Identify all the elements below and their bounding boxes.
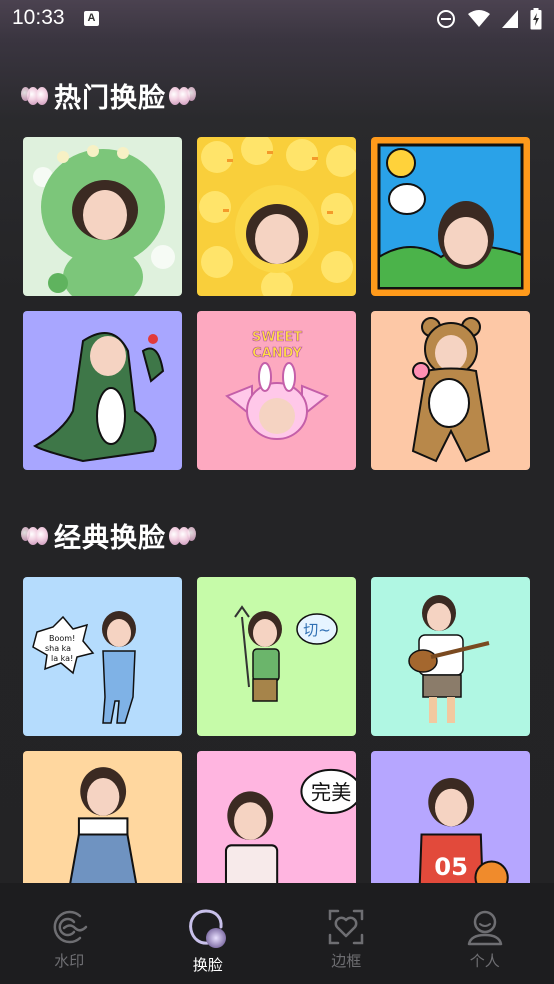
decor-bubbles-icon xyxy=(21,86,48,105)
template-card-ukulele[interactable] xyxy=(371,577,530,736)
nav-face-swap[interactable]: 换脸 xyxy=(139,883,278,984)
status-icons xyxy=(436,7,542,31)
qie-label: 切~ xyxy=(303,621,331,639)
battery-icon xyxy=(530,8,542,30)
section-title-classic: 经典换脸 xyxy=(21,516,196,555)
watermark-icon xyxy=(53,910,88,944)
face-swap-home-screen: 10:33 A 热门换脸 SWEET CANDY 经典换脸 Boom! sha … xyxy=(0,0,554,984)
nav-label: 水印 xyxy=(54,952,85,970)
nav-profile[interactable]: 个人 xyxy=(416,883,554,984)
nav-frame[interactable]: 边框 xyxy=(277,883,416,984)
person-icon xyxy=(467,910,502,946)
template-card-sweet-candy[interactable]: SWEET CANDY xyxy=(197,311,356,470)
candy-label: CANDY xyxy=(252,346,302,361)
status-time: 10:33 xyxy=(12,6,65,29)
section-title-text: 热门换脸 xyxy=(54,83,166,114)
decor-bubbles-icon xyxy=(169,526,196,545)
section-title-text: 经典换脸 xyxy=(54,523,166,554)
status-bar: 10:33 A xyxy=(0,0,554,38)
template-card-yellow-ducks[interactable] xyxy=(197,137,356,296)
boom-label: Boom! xyxy=(49,634,75,643)
template-card-boom-overalls[interactable]: Boom! sha ka la ka! xyxy=(23,577,182,736)
nav-label: 个人 xyxy=(469,952,500,970)
shaka-label: sha ka xyxy=(45,644,71,653)
jersey-number: 05 xyxy=(434,852,468,881)
template-card-bear-costume[interactable] xyxy=(371,311,530,470)
signal-icon xyxy=(502,10,518,28)
nav-label: 边框 xyxy=(331,952,362,970)
decor-bubbles-icon xyxy=(21,526,48,545)
section-title-hot: 热门换脸 xyxy=(21,76,196,115)
decor-bubbles-icon xyxy=(169,86,196,105)
do-not-disturb-icon xyxy=(437,10,455,28)
nav-watermark[interactable]: 水印 xyxy=(0,883,139,984)
a-icon: A xyxy=(84,11,99,26)
template-card-green-dinosaur-costume[interactable] xyxy=(23,311,182,470)
template-card-devil-pitchfork[interactable]: 切~ xyxy=(197,577,356,736)
nav-label: 换脸 xyxy=(192,956,223,974)
template-card-cartoon-frame[interactable] xyxy=(371,137,530,296)
bottom-navigation: 水印 换脸 边框 个人 xyxy=(0,883,554,984)
sweet-label: SWEET xyxy=(252,330,302,345)
perfect-label: 完美 xyxy=(311,781,351,805)
wifi-icon xyxy=(468,10,490,27)
laka-label: la ka! xyxy=(51,654,73,663)
face-swap-icon xyxy=(188,909,226,948)
template-card-green-dino-hood[interactable] xyxy=(23,137,182,296)
frame-heart-icon xyxy=(329,909,364,945)
